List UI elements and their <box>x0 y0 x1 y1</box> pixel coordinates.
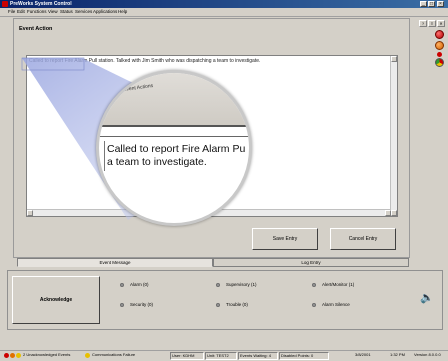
status-unit: Unit: TEST2 <box>205 352 237 360</box>
scroll-down-arrow[interactable] <box>391 210 397 216</box>
comm-failure-icon <box>85 353 90 358</box>
list-button[interactable]: ≡ <box>428 20 436 27</box>
trouble-icon[interactable] <box>435 41 444 50</box>
indicator-security-label: Security (0) <box>130 302 154 307</box>
menu-bar: File Edit Functions View Status Services… <box>0 8 448 17</box>
menu-status[interactable]: Status <box>60 8 73 16</box>
system-status-icon[interactable] <box>435 58 444 67</box>
indicator-trouble-label: Trouble (0) <box>226 302 248 307</box>
scroll-left-arrow[interactable] <box>27 210 33 216</box>
warning-status-icon <box>16 353 21 358</box>
status-user: User: KDHM <box>170 352 204 360</box>
status-comm-failure: Communications Failure <box>92 352 136 357</box>
event-note-textarea[interactable]: Called to report Fire Alarm Pull station… <box>26 55 398 217</box>
tab-strip: Event Message Log Entry <box>13 258 410 267</box>
menu-functions[interactable]: Functions <box>27 8 47 16</box>
maximize-button[interactable]: □ <box>428 1 435 7</box>
status-events-waiting: Events Waiting: 4 <box>238 352 278 360</box>
menu-file[interactable]: File <box>8 8 15 16</box>
scroll-right-arrow[interactable] <box>385 210 391 216</box>
menu-applications[interactable]: Applications <box>93 8 117 16</box>
right-toolbar: ? ≡ ✕ <box>412 18 448 88</box>
indicator-alarm-label: Alarm (0) <box>130 282 149 287</box>
status-bar: 2 Unacknowledged Events Communications F… <box>0 350 448 361</box>
indicator-alarm: Alarm (0) <box>120 281 200 289</box>
status-version: Version 8.0.0.0 <box>414 352 441 357</box>
window-title: PreWorks System Control <box>10 1 72 7</box>
status-date: 3/8/2001 <box>355 352 371 357</box>
status-indicator-panel: Acknowledge Alarm (0) Supervisory (1) Al… <box>7 270 443 330</box>
menu-help[interactable]: Help <box>118 8 127 16</box>
indicator-alarm-silence-label: Alarm Silence <box>322 302 350 307</box>
alarm-silence-indicator-icon <box>312 303 316 307</box>
save-entry-button[interactable]: Save Entry <box>252 228 318 250</box>
indicator-alarm-silence: Alarm Silence <box>312 301 402 309</box>
close-button[interactable]: × <box>437 1 444 7</box>
tab-event-message[interactable]: Event Message <box>17 258 213 267</box>
supervisory-indicator-icon <box>216 283 220 287</box>
speaker-icon[interactable]: 🔈 <box>420 291 434 305</box>
title-bar: PreWorks System Control _ □ × <box>0 0 448 8</box>
trouble-status-icon <box>10 353 15 358</box>
alarm-status-icon <box>4 353 9 358</box>
alarm-icon[interactable] <box>435 30 444 39</box>
indicator-supervisory: Supervisory (1) <box>216 281 296 289</box>
status-led-icon <box>437 52 442 57</box>
menu-view[interactable]: View <box>48 8 58 16</box>
minimize-button[interactable]: _ <box>420 1 427 7</box>
horizontal-scrollbar[interactable] <box>27 209 391 216</box>
help-button[interactable]: ? <box>419 20 427 27</box>
event-note-text: Called to report Fire Alarm Pull station… <box>29 58 261 64</box>
indicator-security: Security (0) <box>120 301 200 309</box>
alarm-indicator-icon <box>120 283 124 287</box>
status-time: 1:32 PM <box>390 352 405 357</box>
scroll-up-arrow[interactable] <box>391 56 397 62</box>
panel-title: Event Action <box>19 26 53 32</box>
menu-edit[interactable]: Edit <box>17 8 25 16</box>
indicator-trouble: Trouble (0) <box>216 301 296 309</box>
cancel-entry-button[interactable]: Cancel Entry <box>330 228 396 250</box>
status-disabled-points: Disabled Points: 0 <box>279 352 329 360</box>
indicator-alert-monitor: Alert/Monitor (1) <box>312 281 402 289</box>
status-unacknowledged: 2 Unacknowledged Events <box>23 352 71 357</box>
indicator-supervisory-label: Supervisory (1) <box>226 282 257 287</box>
tab-log-entry[interactable]: Log Entry <box>213 258 409 267</box>
alert-monitor-indicator-icon <box>312 283 316 287</box>
menu-services[interactable]: Services <box>75 8 92 16</box>
trouble-indicator-icon <box>216 303 220 307</box>
vertical-scrollbar[interactable] <box>390 56 397 216</box>
app-icon <box>2 1 8 7</box>
indicator-alert-monitor-label: Alert/Monitor (1) <box>322 282 355 287</box>
security-indicator-icon <box>120 303 124 307</box>
close-panel-button[interactable]: ✕ <box>437 20 445 27</box>
acknowledge-button[interactable]: Acknowledge <box>12 276 100 324</box>
event-action-panel: Event Action Called to report Fire Alarm… <box>13 18 410 258</box>
